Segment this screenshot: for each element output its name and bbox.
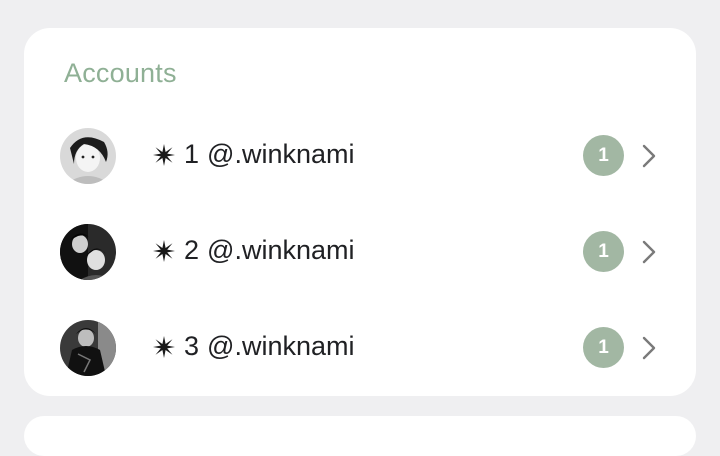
- account-row-3[interactable]: 3 @.winknami 1: [24, 300, 696, 396]
- account-index: 2: [184, 235, 200, 265]
- asterisk-star-icon: [153, 143, 175, 166]
- account-row-1[interactable]: 1 @.winknami 1: [24, 108, 696, 204]
- account-handle: @.winknami: [207, 235, 355, 265]
- section-title: Accounts: [64, 58, 177, 88]
- avatar: [60, 128, 116, 184]
- accounts-card: Accounts 1 @.winknami 1 2 @.winknami 1 3…: [24, 28, 696, 396]
- avatar: [60, 320, 116, 376]
- account-index: 3: [184, 331, 200, 361]
- avatar: [60, 224, 116, 280]
- account-label: 1 @.winknami: [152, 139, 354, 170]
- account-handle: @.winknami: [207, 331, 355, 361]
- account-label: 3 @.winknami: [152, 331, 354, 362]
- asterisk-star-icon: [153, 239, 175, 262]
- chevron-right-icon[interactable]: [636, 334, 662, 362]
- account-handle: @.winknami: [207, 139, 355, 169]
- chevron-right-icon[interactable]: [636, 238, 662, 266]
- next-card: [24, 416, 696, 456]
- notification-badge: 1: [583, 135, 624, 176]
- chevron-right-icon[interactable]: [636, 142, 662, 170]
- asterisk-star-icon: [153, 335, 175, 358]
- notification-badge: 1: [583, 327, 624, 368]
- notification-badge: 1: [583, 231, 624, 272]
- account-index: 1: [184, 139, 200, 169]
- account-label: 2 @.winknami: [152, 235, 354, 266]
- account-row-2[interactable]: 2 @.winknami 1: [24, 204, 696, 300]
